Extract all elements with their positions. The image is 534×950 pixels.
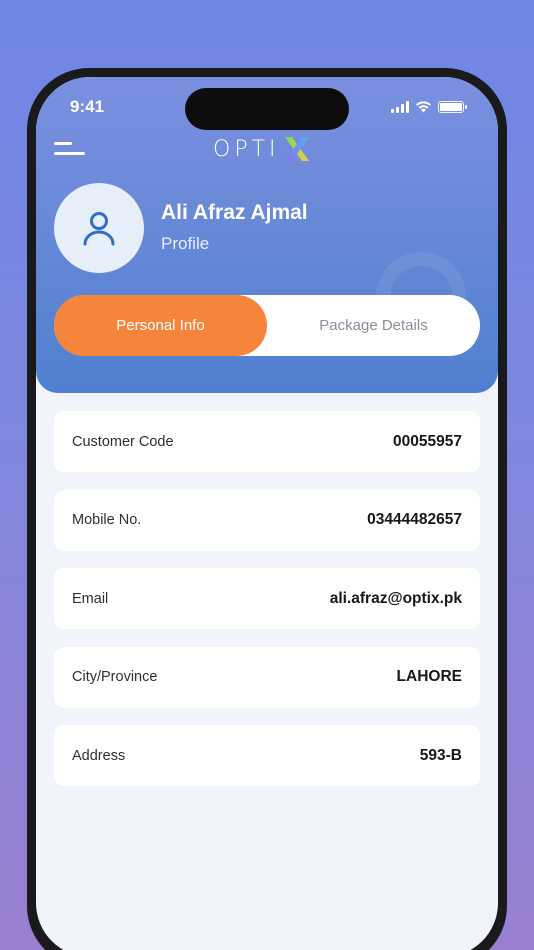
status-icons bbox=[391, 100, 467, 113]
profile-header: 9:41 OPTI Ali Afraz Ajmal Profile Person… bbox=[36, 77, 498, 393]
profile-subtitle: Profile bbox=[161, 234, 210, 253]
optix-logo: OPTI bbox=[213, 135, 312, 163]
info-label: Email bbox=[72, 590, 109, 607]
info-row-mobile: Mobile No. 03444482657 bbox=[54, 489, 480, 551]
user-icon bbox=[83, 212, 115, 246]
status-time: 9:41 bbox=[70, 97, 105, 116]
personal-info-list: Customer Code 00055957 Mobile No. 034444… bbox=[54, 411, 480, 804]
info-label: Customer Code bbox=[72, 433, 174, 450]
profile-tabs: Personal Info Package Details bbox=[54, 295, 480, 356]
signal-icon bbox=[391, 101, 409, 113]
logo-text: OPTI bbox=[213, 136, 280, 162]
info-row-city: City/Province LAHORE bbox=[54, 646, 480, 708]
info-label: Mobile No. bbox=[72, 512, 142, 528]
info-label: City/Province bbox=[72, 669, 158, 685]
tab-personal-info[interactable]: Personal Info bbox=[54, 295, 267, 356]
info-value: LAHORE bbox=[396, 668, 462, 685]
app-screen: 9:41 OPTI Ali Afraz Ajmal Profile Person… bbox=[36, 77, 498, 950]
info-value: ali.afraz@optix.pk bbox=[329, 589, 462, 607]
info-value: 03444482657 bbox=[367, 511, 462, 528]
tab-package-details[interactable]: Package Details bbox=[267, 295, 480, 356]
battery-icon bbox=[438, 101, 467, 113]
info-value: 00055957 bbox=[393, 432, 462, 450]
info-value: 593-B bbox=[419, 746, 462, 764]
menu-button[interactable] bbox=[54, 141, 88, 161]
info-row-customer-code: Customer Code 00055957 bbox=[54, 411, 480, 472]
logo-x-icon bbox=[284, 137, 309, 161]
info-row-address: Address 593-B bbox=[54, 725, 480, 786]
avatar[interactable] bbox=[54, 183, 144, 273]
info-row-email: Email ali.afraz@optix.pk bbox=[54, 568, 480, 629]
info-label: Address bbox=[72, 747, 126, 764]
wifi-icon bbox=[416, 101, 431, 113]
user-name: Ali Afraz Ajmal bbox=[161, 201, 308, 224]
dynamic-island bbox=[185, 88, 349, 130]
